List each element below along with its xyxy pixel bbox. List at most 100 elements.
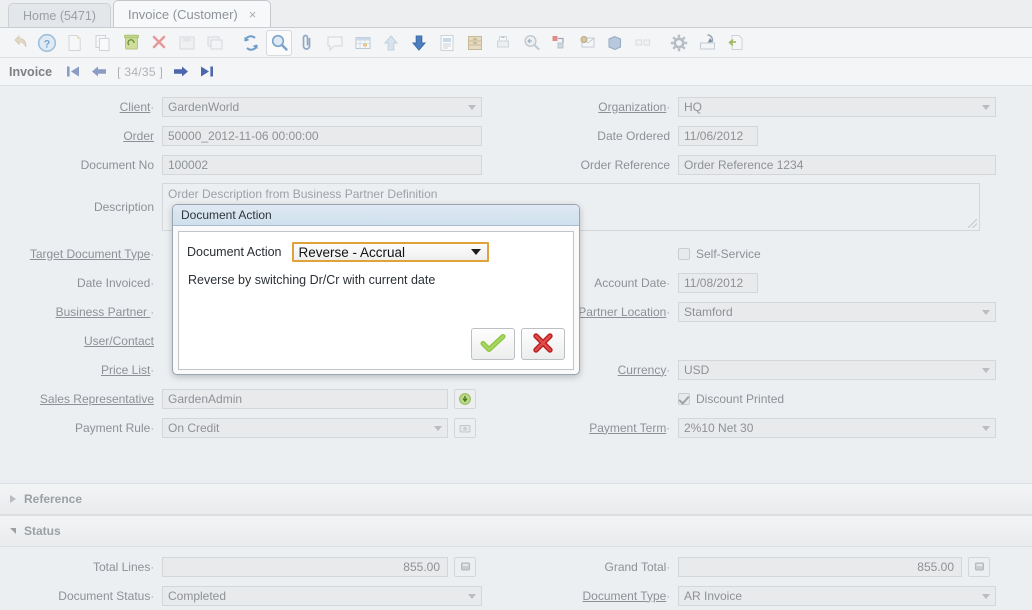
- status-body: Total Lines· 855.00 Grand Total· 855.00 …: [0, 547, 1032, 610]
- field-organization-value: HQ: [684, 100, 702, 114]
- dialog-cancel-button[interactable]: [521, 328, 565, 360]
- export-icon[interactable]: [694, 30, 720, 56]
- field-grand-total[interactable]: 855.00: [678, 557, 962, 577]
- chevron-down-icon[interactable]: [982, 368, 990, 373]
- field-document-no[interactable]: 100002: [162, 155, 482, 175]
- grid-toggle-icon[interactable]: [350, 30, 376, 56]
- payment-icon[interactable]: [454, 418, 476, 438]
- chevron-down-icon[interactable]: [982, 105, 990, 110]
- calculator-icon[interactable]: [968, 557, 990, 577]
- field-partner-location-value: Stamford: [684, 305, 733, 319]
- archive-icon[interactable]: [462, 30, 488, 56]
- chevron-down-icon: [10, 528, 16, 534]
- dialog-action-description: Reverse by switching Dr/Cr with current …: [179, 262, 573, 287]
- workflow-icon[interactable]: [574, 30, 600, 56]
- report-icon[interactable]: [434, 30, 460, 56]
- field-date-ordered[interactable]: 11/06/2012: [678, 126, 758, 146]
- zoom-across-icon[interactable]: [546, 30, 572, 56]
- field-client[interactable]: GardenWorld: [162, 97, 482, 117]
- help-icon[interactable]: ?: [34, 30, 60, 56]
- checkbox-discount-printed[interactable]: Discount Printed: [678, 392, 784, 406]
- label-organization: Organization·: [516, 100, 678, 114]
- attachment-icon[interactable]: [294, 30, 320, 56]
- dialog-action-select[interactable]: Reverse - Accrual: [292, 242, 489, 262]
- save-icon[interactable]: [174, 30, 200, 56]
- resize-grip-icon[interactable]: [968, 219, 977, 228]
- field-partner-location[interactable]: Stamford: [678, 302, 996, 322]
- field-organization[interactable]: HQ: [678, 97, 996, 117]
- parent-record-icon[interactable]: [378, 30, 404, 56]
- print-preview-icon[interactable]: [518, 30, 544, 56]
- refresh-icon[interactable]: [238, 30, 264, 56]
- preference-icon[interactable]: [666, 30, 692, 56]
- close-icon[interactable]: ×: [249, 8, 257, 21]
- field-payment-term[interactable]: 2%10 Net 30: [678, 418, 996, 438]
- field-payment-rule[interactable]: On Credit: [162, 418, 448, 438]
- import-icon[interactable]: [722, 30, 748, 56]
- field-order-reference[interactable]: Order Reference 1234: [678, 155, 996, 175]
- label-date-invoiced: Date Invoiced·: [0, 276, 162, 290]
- toolbar: ?: [0, 28, 1032, 58]
- detail-record-icon[interactable]: [406, 30, 432, 56]
- product-info-icon[interactable]: [630, 30, 656, 56]
- copy-record-icon[interactable]: [90, 30, 116, 56]
- form-row-order-dateordered: Order 50000_2012-11-06 00:00:00 Date Ord…: [0, 121, 1032, 150]
- section-reference-label: Reference: [24, 492, 82, 506]
- field-account-date[interactable]: 11/08/2012: [678, 273, 758, 293]
- field-currency[interactable]: USD: [678, 360, 996, 380]
- label-client: Client·: [0, 100, 162, 114]
- field-document-type[interactable]: AR Invoice: [678, 586, 996, 606]
- checkbox-self-service[interactable]: Self-Service: [678, 247, 761, 261]
- last-record-icon[interactable]: [199, 65, 214, 78]
- first-record-icon[interactable]: [66, 65, 81, 78]
- form-row-documentno-orderreference: Document No 100002 Order Reference Order…: [0, 150, 1032, 179]
- section-reference[interactable]: Reference: [0, 483, 1032, 515]
- delete-selection-icon[interactable]: [146, 30, 172, 56]
- previous-record-icon[interactable]: [91, 65, 107, 78]
- undo-icon[interactable]: [6, 30, 32, 56]
- field-total-lines[interactable]: 855.00: [162, 557, 448, 577]
- section-status[interactable]: Status: [0, 515, 1032, 547]
- dialog-title-bar[interactable]: Document Action: [173, 205, 579, 226]
- field-document-no-value: 100002: [168, 158, 208, 172]
- field-client-value: GardenWorld: [168, 100, 239, 114]
- chevron-down-icon[interactable]: [982, 426, 990, 431]
- lookup-green-icon[interactable]: [454, 389, 476, 409]
- field-document-status[interactable]: Completed: [162, 586, 482, 606]
- checkbox-discount-printed-label: Discount Printed: [696, 392, 784, 406]
- field-currency-value: USD: [684, 363, 709, 377]
- label-document-type: Document Type·: [516, 589, 678, 603]
- next-record-icon[interactable]: [173, 65, 189, 78]
- find-icon[interactable]: [266, 30, 292, 56]
- red-x-icon: [532, 333, 554, 356]
- dialog-ok-button[interactable]: [471, 328, 515, 360]
- chevron-down-icon[interactable]: [982, 310, 990, 315]
- label-date-ordered: Date Ordered: [516, 129, 678, 143]
- chevron-down-icon[interactable]: [982, 594, 990, 599]
- chat-icon[interactable]: [322, 30, 348, 56]
- form-row-paymentrule-paymentterm: Payment Rule· On Credit Payment Term· 2%…: [0, 413, 1032, 442]
- print-icon[interactable]: [490, 30, 516, 56]
- chevron-down-icon[interactable]: [468, 105, 476, 110]
- request-icon[interactable]: [602, 30, 628, 56]
- record-navigation-bar: Invoice [ 34/35 ]: [0, 58, 1032, 86]
- new-record-icon[interactable]: [62, 30, 88, 56]
- tab-invoice-customer[interactable]: Invoice (Customer) ×: [113, 0, 271, 27]
- checkbox-discount-printed-box[interactable]: [678, 393, 690, 405]
- field-order-reference-value: Order Reference 1234: [684, 158, 803, 172]
- label-document-no: Document No: [0, 158, 162, 172]
- label-total-lines: Total Lines·: [0, 560, 162, 574]
- chevron-down-icon[interactable]: [468, 594, 476, 599]
- calculator-icon[interactable]: [454, 557, 476, 577]
- chevron-down-icon[interactable]: [434, 426, 442, 431]
- dialog-button-group: [471, 328, 565, 360]
- chevron-down-icon[interactable]: [471, 249, 481, 255]
- field-sales-representative[interactable]: GardenAdmin: [162, 389, 448, 409]
- checkbox-self-service-box[interactable]: [678, 248, 690, 260]
- tab-home-label: Home (5471): [23, 9, 96, 23]
- tab-home[interactable]: Home (5471): [8, 3, 111, 27]
- delete-record-icon[interactable]: [118, 30, 144, 56]
- label-order: Order: [0, 129, 162, 143]
- field-order[interactable]: 50000_2012-11-06 00:00:00: [162, 126, 482, 146]
- save-create-icon[interactable]: [202, 30, 228, 56]
